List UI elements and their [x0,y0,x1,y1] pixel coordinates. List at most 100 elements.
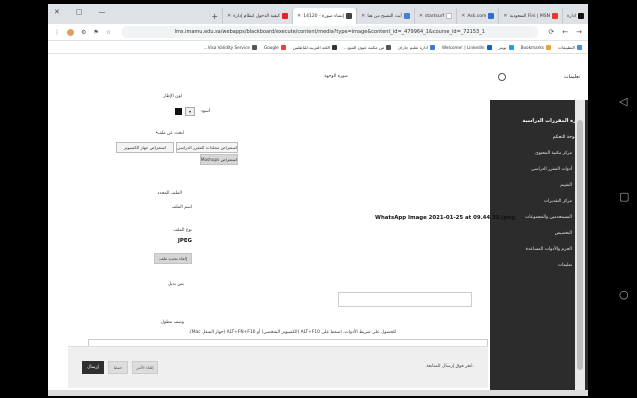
tab-label: إنشاء صورة - 14120 [303,13,345,19]
twitter-icon [508,44,514,50]
tab-label: startsurf [425,13,445,19]
sidebar-item-label: تعليمات [557,262,572,268]
tab-1[interactable]: Fini | MSN السعودية ✕ [498,8,562,24]
sidebar-group-control-panel[interactable]: ▼لوحة التحكم [490,130,588,145]
bookmark-apps[interactable]: التطبيقات [557,44,582,50]
bookmark-bookmarks[interactable]: Bookmarks [520,44,551,50]
bookmark-label: ادارة تعليم جازان [398,44,429,50]
bookmark-label: التطبيقات [557,44,575,50]
cancel-button[interactable]: إلغاء الأمر [132,361,158,374]
tab-6[interactable]: كيفية الدخول لنظام إدارة ✕ [222,8,292,24]
sidebar-item-help[interactable]: ◂تعليمات [490,257,588,273]
browser-screen: ادارة Fini | MSN السعودية ✕ Ask.com ✕ star… [48,4,588,396]
bookmark-label: Google [263,44,279,50]
bookmark-google[interactable]: Google [263,44,286,50]
profile-avatar[interactable] [67,28,74,36]
close-window-icon[interactable]: ✕ [54,8,60,16]
page-content: تعليمات إدارة المقررات الدراسية ▼لوحة ال… [48,54,588,396]
tab-close-icon[interactable]: ✕ [419,13,423,19]
browse-course-files-button[interactable]: استعراض مجلدات المقرر الدراسي [176,142,238,153]
recents-square-icon[interactable]: ▢ [619,190,629,203]
sidebar-item-content-collection[interactable]: ◂مركز مكتبة المحتوى [490,145,588,161]
image-form: صورة الوجهة لون الإطار ▾ أسود ابحث عن مل… [68,54,515,396]
bookmark-twitter[interactable]: تويتر [499,44,514,50]
submit-button[interactable]: إرسال [82,361,104,374]
required-bullet-icon: • [155,131,158,136]
tab-label: كيفية الدخول لنظام إدارة [233,13,281,19]
color-picker-button[interactable]: ▾ [185,107,195,116]
extension-icon[interactable]: ⚙ [81,29,86,36]
maximize-window-icon[interactable]: ▢ [76,8,83,16]
tab-close-icon[interactable]: ✕ [361,13,365,19]
back-triangle-icon[interactable]: ◁ [619,95,627,108]
tab-close-icon[interactable]: ✕ [461,13,465,19]
sidebar-header: تعليمات [490,54,588,100]
bookmark-poetry[interactable]: من مكتبة عيون الشع... [344,44,392,50]
bookmark-jazan[interactable]: ادارة تعليم جازان [398,44,436,50]
tab-label: ادارة [566,13,576,19]
browse-mashups-button[interactable]: استعراض Mashups [200,154,238,165]
sidebar-item-label: أدوات المقرر الدراسي [531,166,572,172]
browse-computer-button[interactable]: استعراض جهاز الكمبيوتر [116,142,174,153]
bookmark-label: Welcome! | LinkedIn [442,44,485,50]
bookmark-label: من مكتبة عيون الشع... [344,44,385,50]
sidebar-item-course-tools[interactable]: ◂أدوات المقرر الدراسي [490,161,588,177]
sidebar-item-packages-utilities[interactable]: ◂الحزم والأدوات المساعدة [490,241,588,257]
sidebar-item-label: التقييم [560,182,572,188]
color-value: أسود [200,109,210,114]
selected-file-label: الملف المحدد [157,191,182,196]
bookmark-label: Bookmarks [520,44,544,50]
tab-favicon [578,13,584,19]
scrollbar-thumb[interactable] [577,120,583,370]
long-description-label: وصف مطول [160,320,184,325]
android-navigation: ◁ ▢ ○ [614,0,637,398]
bookmark-arabic[interactable]: اللغة العربية للناطقين [293,44,338,50]
sidebar-item-evaluation[interactable]: ◂التقييم [490,177,588,193]
nav-buttons: ⟳ ← → [548,28,582,36]
file-name-value: WhatsApp Image 2021-01-25 at 09.44.38.jp… [375,215,515,221]
tab-close-icon[interactable]: ✕ [297,13,301,19]
tab-label: Fini | MSN السعودية [509,13,550,19]
tab-2[interactable]: Ask.com ✕ [456,8,498,24]
menu-icon[interactable]: ⋮ [54,29,60,36]
tab-close-icon[interactable]: ✕ [503,13,507,19]
url-field[interactable]: lms.imamu.edu.sa/webapps/blackboard/exec… [121,26,539,38]
reload-icon[interactable]: ⟳ [548,28,554,36]
save-button[interactable]: حفظ [108,361,128,374]
sidebar-item-label: الحزم والأدوات المساعدة [525,246,572,252]
tab-4[interactable]: أيث التسبح من هنا ✕ [356,8,414,24]
tab-5-active[interactable]: إنشاء صورة - 14120 ✕ [292,8,357,24]
home-circle-icon[interactable]: ○ [619,288,629,301]
remove-file-button[interactable]: إلغاء تحديد ملف [154,253,192,264]
tab-0[interactable]: ادارة [561,8,588,24]
new-tab-button[interactable]: + [207,12,222,21]
flag-icon[interactable]: ⚑ [93,29,98,36]
toolbar-hint: للحصول على شريط الأدوات، اضغط على ALT+F1… [188,330,396,335]
sidebar-item-grade-center[interactable]: ◂مركز التقديرات [490,193,588,209]
forward-icon[interactable]: → [576,28,582,36]
bookmark-visa[interactable]: Visa Validity Service... [204,44,257,50]
color-swatch[interactable] [175,108,182,115]
sidebar-item-customization[interactable]: ◂التخصيص [490,225,588,241]
alt-text-input[interactable] [338,292,472,307]
color-label: لون الإطار [163,94,182,99]
scrollbar[interactable] [575,100,585,390]
back-icon[interactable]: ← [562,28,568,36]
tab-favicon [446,13,453,19]
horizontal-scrollbar[interactable] [48,390,588,396]
device-frame: ادارة Fini | MSN السعودية ✕ Ask.com ✕ star… [0,0,637,398]
bookmark-linkedin[interactable]: Welcome! | LinkedIn [442,44,492,50]
tab-3[interactable]: startsurf ✕ [413,8,456,24]
minimize-window-icon[interactable]: — [99,8,106,16]
tab-close-icon[interactable]: ✕ [227,13,231,19]
sidebar-item-label: المستخدمين والمجموعات [525,214,572,220]
file-search-label: ابحث عن ملف [157,131,184,136]
tab-favicon [551,13,558,19]
star-icon[interactable]: ☆ [106,29,111,36]
sidebar-section-title[interactable]: إدارة المقررات الدراسية [490,112,588,130]
help-circle-icon[interactable] [498,73,506,81]
apps-icon [577,44,582,50]
help-link[interactable]: تعليمات [564,74,580,80]
tab-label: أيث التسبح من هنا [367,13,402,19]
linkedin-icon [486,44,492,50]
